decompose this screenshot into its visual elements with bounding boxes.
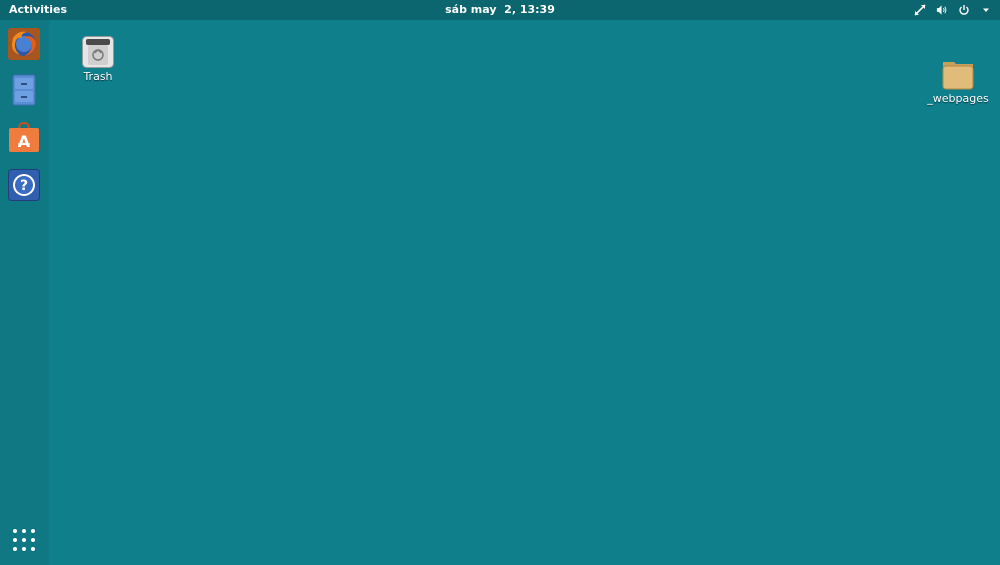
trash-label: Trash: [83, 70, 113, 83]
file-cabinet-icon: [12, 74, 36, 106]
app-grid-icon: [13, 529, 35, 551]
top-bar: Activities sáb may 2, 13:39: [0, 0, 1000, 20]
show-applications-button[interactable]: [12, 528, 36, 552]
svg-text:A: A: [18, 132, 31, 151]
chevron-down-icon[interactable]: [980, 4, 992, 16]
desktop-trash[interactable]: Trash: [62, 36, 134, 83]
help-launcher[interactable]: ?: [8, 169, 40, 201]
help-icon: ?: [8, 169, 40, 201]
dock: A ?: [0, 20, 49, 565]
clock[interactable]: sáb may 2, 13:39: [0, 0, 1000, 20]
files-launcher[interactable]: [8, 74, 40, 106]
system-tray[interactable]: [914, 0, 992, 20]
power-icon[interactable]: [958, 4, 970, 16]
volume-icon[interactable]: [936, 4, 948, 16]
software-launcher[interactable]: A: [8, 121, 40, 153]
firefox-launcher[interactable]: [8, 28, 40, 60]
shopping-bag-icon: A: [9, 121, 39, 152]
svg-text:?: ?: [20, 178, 28, 194]
desktop-folder-webpages[interactable]: _webpages: [922, 58, 994, 105]
folder-label: _webpages: [927, 92, 989, 105]
trash-icon: [82, 36, 114, 68]
clock-label: sáb may 2, 13:39: [445, 3, 555, 16]
firefox-icon: [8, 28, 40, 60]
folder-icon: [942, 58, 974, 90]
network-icon[interactable]: [914, 4, 926, 16]
